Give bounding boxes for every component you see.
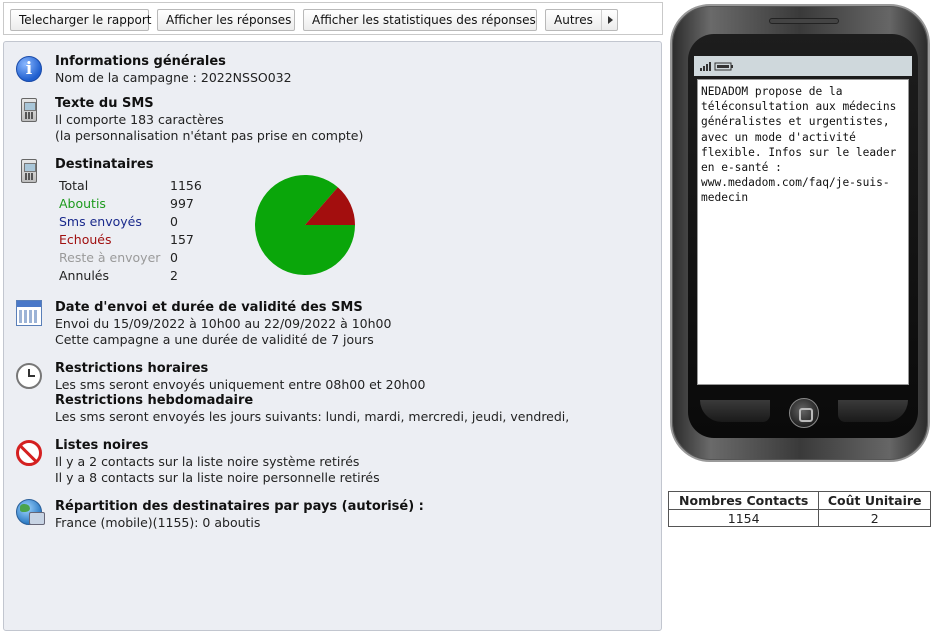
globe-network-icon xyxy=(16,499,45,525)
stat-value: 0 xyxy=(170,214,178,229)
general-info-title: Informations générales xyxy=(55,54,226,69)
cost-table: Nombres Contacts Coût Unitaire 1154 2 xyxy=(667,491,931,527)
stat-label: Total xyxy=(59,178,89,193)
stat-label: Echoués xyxy=(59,232,112,247)
table-row: 1154 2 xyxy=(667,509,931,527)
unit-cost-cell: 2 xyxy=(818,509,931,527)
arrow-right-icon xyxy=(601,10,617,30)
stat-label: Reste à envoyer xyxy=(59,250,161,265)
recipients-title: Destinataires xyxy=(55,157,154,172)
sms-char-count: Il comporte 183 caractères xyxy=(55,112,224,127)
weekly-restrictions-title: Restrictions hebdomadaire xyxy=(55,393,254,408)
others-label: Autres xyxy=(554,13,593,27)
recipients-pie-chart xyxy=(255,174,355,275)
countries-title: Répartition des destinataires par pays (… xyxy=(55,499,424,514)
clock-icon xyxy=(16,363,42,389)
calendar-icon xyxy=(16,300,42,326)
mobile-phone-icon xyxy=(21,159,37,183)
show-responses-button[interactable]: Afficher les réponses xyxy=(157,9,295,31)
stat-value: 157 xyxy=(170,232,194,247)
personal-blacklist-count: Il y a 8 contacts sur la liste noire per… xyxy=(55,470,380,485)
sms-phone-preview: NEDADOM propose de la téléconsultation a… xyxy=(668,2,932,464)
show-stats-button[interactable]: Afficher les statistiques des réponses xyxy=(303,9,537,31)
contacts-count-cell: 1154 xyxy=(667,509,820,527)
blacklist-title: Listes noires xyxy=(55,438,149,453)
recipients-section: Destinataires Total 1156 Aboutis 997 Sms env… xyxy=(4,157,654,287)
stat-value: 0 xyxy=(170,250,178,265)
sms-message-preview: NEDADOM propose de la téléconsultation a… xyxy=(697,79,909,385)
mobile-phone-icon xyxy=(21,98,37,122)
contacts-count-header: Nombres Contacts xyxy=(667,491,820,510)
phone-status-bar xyxy=(694,56,912,76)
campaign-name: Nom de la campagne : 2022NSSO032 xyxy=(55,70,292,85)
campaign-report-panel: i Informations générales Nom de la campa… xyxy=(3,41,662,631)
validity-duration: Cette campagne a une durée de validité d… xyxy=(55,332,374,347)
toolbar: Telecharger le rapport Afficher les répo… xyxy=(3,2,663,35)
info-icon: i xyxy=(16,56,42,82)
hour-restrictions-text: Les sms seront envoyés uniquement entre … xyxy=(55,377,426,392)
phone-speaker xyxy=(769,18,839,24)
phone-body: NEDADOM propose de la téléconsultation a… xyxy=(670,4,930,462)
others-menu-button[interactable]: Autres xyxy=(545,9,618,31)
weekly-restrictions-text: Les sms seront envoyés les jours suivant… xyxy=(55,409,570,424)
sms-personalization-note: (la personnalisation n'étant pas prise e… xyxy=(55,128,364,143)
phone-home-button xyxy=(789,398,819,428)
stat-label: Annulés xyxy=(59,268,109,283)
stat-value: 997 xyxy=(170,196,194,211)
stat-value: 2 xyxy=(170,268,178,283)
dates-title: Date d'envoi et durée de validité des SM… xyxy=(55,300,363,315)
phone-left-softkey xyxy=(700,400,770,422)
system-blacklist-count: Il y a 2 contacts sur la liste noire sys… xyxy=(55,454,360,469)
country-breakdown: France (mobile)(1155): 0 aboutis xyxy=(55,515,261,530)
send-period: Envoi du 15/09/2022 à 10h00 au 22/09/202… xyxy=(55,316,392,331)
phone-right-softkey xyxy=(838,400,908,422)
stat-label: Aboutis xyxy=(59,196,106,211)
sms-text-title: Texte du SMS xyxy=(55,96,154,111)
stat-value: 1156 xyxy=(170,178,202,193)
download-report-button[interactable]: Telecharger le rapport xyxy=(10,9,151,31)
stat-label: Sms envoyés xyxy=(59,214,142,229)
signal-battery-icon xyxy=(700,61,736,71)
unit-cost-header: Coût Unitaire xyxy=(818,491,931,510)
ban-icon xyxy=(16,440,42,466)
hour-restrictions-title: Restrictions horaires xyxy=(55,361,209,376)
